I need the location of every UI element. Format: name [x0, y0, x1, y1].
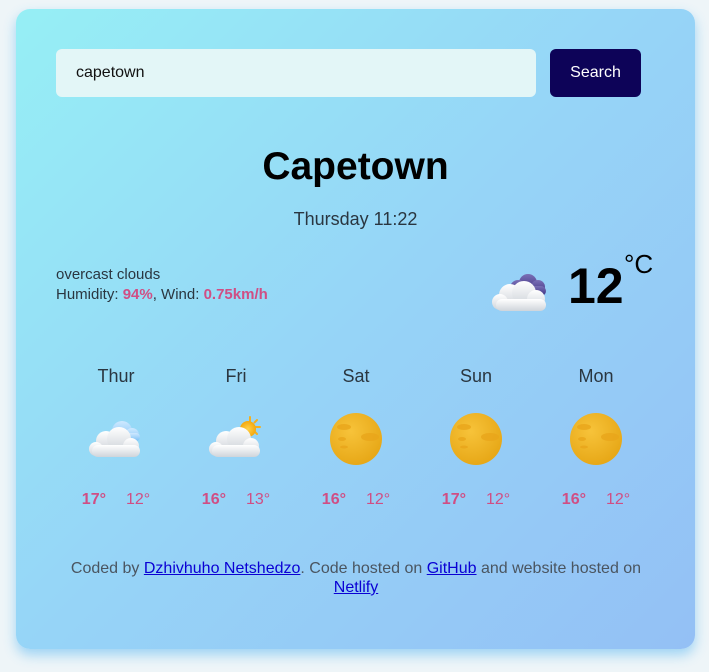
forecast-day: Mon 16° 12° — [536, 365, 656, 509]
forecast-day-name: Fri — [225, 366, 247, 386]
overcast-clouds-icon — [492, 274, 546, 311]
humidity-value: 94% — [122, 286, 153, 303]
forecast-day-name: Sun — [459, 366, 493, 386]
author-link[interactable]: Dzhivhuho Netshedzo — [144, 560, 301, 577]
temperature-unit: °C — [624, 249, 654, 279]
forecast-max-temp: 16° — [201, 491, 226, 508]
temperature-value: 12 — [568, 258, 624, 314]
date-time: Thursday 11:22 — [293, 209, 418, 229]
forecast-temps: 16° 12° — [536, 491, 656, 509]
search-form: Search — [56, 49, 641, 97]
moon-icon — [450, 413, 502, 465]
forecast-max-temp: 16° — [561, 491, 586, 508]
forecast-day-name: Sat — [342, 366, 370, 386]
forecast-min-temp: 12° — [606, 491, 631, 508]
search-input[interactable] — [56, 49, 536, 97]
partly-sunny-icon — [209, 416, 261, 457]
forecast-day-name: Mon — [578, 366, 614, 386]
moon-icon — [570, 413, 622, 465]
wind-label: , Wind: — [152, 286, 204, 303]
github-link[interactable]: GitHub — [427, 560, 477, 577]
forecast-day-name: Thur — [97, 366, 135, 386]
weather-description: overcast clouds — [56, 266, 161, 283]
weather-details: overcast clouds Humidity: 94%, Wind: 0.7… — [56, 265, 268, 305]
forecast-day: Sat 16° 12° — [296, 365, 416, 509]
forecast-list: Thur 17° 12° Fri 16° 13° Sat 16° 12° Sun… — [56, 365, 656, 525]
footer-text: Coded by — [70, 560, 144, 577]
forecast-max-temp: 17° — [81, 491, 106, 508]
moon-icon — [330, 413, 382, 465]
footer-text: and website hosted on — [476, 560, 642, 577]
footer: Coded by Dzhivhuho Netshedzo. Code hoste… — [56, 559, 656, 597]
forecast-min-temp: 12° — [366, 491, 391, 508]
footer-text: . Code hosted on — [300, 560, 427, 577]
netlify-link[interactable]: Netlify — [334, 579, 378, 596]
weather-card: Search Capetown Thursday 11:22 overcast … — [16, 9, 695, 649]
forecast-max-temp: 17° — [441, 491, 466, 508]
city-name: Capetown — [262, 145, 449, 188]
forecast-min-temp: 12° — [126, 491, 151, 508]
wind-value: 0.75km/h — [203, 286, 268, 303]
forecast-min-temp: 13° — [246, 491, 271, 508]
forecast-temps: 17° 12° — [416, 491, 536, 509]
forecast-min-temp: 12° — [486, 491, 511, 508]
humidity-wind-line: Humidity: 94%, Wind: 0.75km/h — [56, 285, 268, 305]
forecast-day: Sun 17° 12° — [416, 365, 536, 509]
forecast-temps: 17° 12° — [56, 491, 176, 509]
cloud-icon — [89, 421, 140, 457]
search-button[interactable]: Search — [550, 49, 641, 97]
current-temperature: 12 °C — [490, 249, 670, 329]
forecast-day: Thur 17° 12° — [56, 365, 176, 509]
humidity-label: Humidity: — [56, 286, 123, 303]
forecast-temps: 16° 13° — [176, 491, 296, 509]
forecast-temps: 16° 12° — [296, 491, 416, 509]
forecast-day: Fri 16° 13° — [176, 365, 296, 509]
forecast-max-temp: 16° — [321, 491, 346, 508]
